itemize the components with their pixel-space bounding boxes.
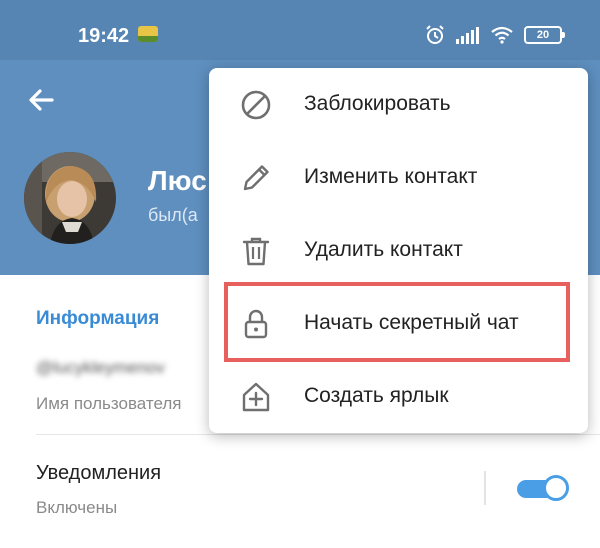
vertical-separator xyxy=(484,471,486,505)
menu-item-block[interactable]: Заблокировать xyxy=(209,68,588,141)
alarm-icon xyxy=(426,25,444,44)
menu-item-label: Изменить контакт xyxy=(304,165,478,188)
avatar[interactable] xyxy=(24,152,116,244)
trash-icon xyxy=(242,237,270,266)
username-value[interactable]: @lucykleymenov xyxy=(36,358,165,378)
status-time: 19:42 xyxy=(78,25,130,47)
highlight-frame xyxy=(224,282,570,362)
notifications-toggle[interactable] xyxy=(515,474,569,502)
username-label: Имя пользователя xyxy=(36,394,182,413)
menu-item-label: Создать ярлык xyxy=(304,384,449,407)
add-shortcut-icon xyxy=(242,382,270,412)
pencil-icon xyxy=(243,165,269,191)
status-bar: 19:42 20 xyxy=(0,0,600,60)
battery-icon: 20 xyxy=(524,26,565,44)
info-title: Информация xyxy=(36,308,160,329)
notifications-label[interactable]: Уведомления xyxy=(36,462,161,485)
profile-status: был(а xyxy=(148,205,198,225)
notifications-value: Включены xyxy=(36,498,118,517)
menu-item-label: Удалить контакт xyxy=(304,238,463,261)
menu-item-label: Заблокировать xyxy=(304,92,451,115)
toggle-knob xyxy=(543,475,569,501)
menu-item-delete-contact[interactable]: Удалить контакт xyxy=(209,214,588,287)
context-menu: Заблокировать Изменить контакт Удалить к… xyxy=(209,68,588,433)
back-arrow-icon[interactable] xyxy=(22,82,62,118)
divider xyxy=(36,434,600,435)
menu-item-edit-contact[interactable]: Изменить контакт xyxy=(209,141,588,214)
profile-name: Люс xyxy=(148,165,207,196)
signal-icon xyxy=(456,27,479,44)
menu-item-create-shortcut[interactable]: Создать ярлык xyxy=(209,360,588,433)
app-notification-icon xyxy=(138,26,158,42)
wifi-icon xyxy=(491,26,513,44)
block-icon xyxy=(241,90,271,120)
